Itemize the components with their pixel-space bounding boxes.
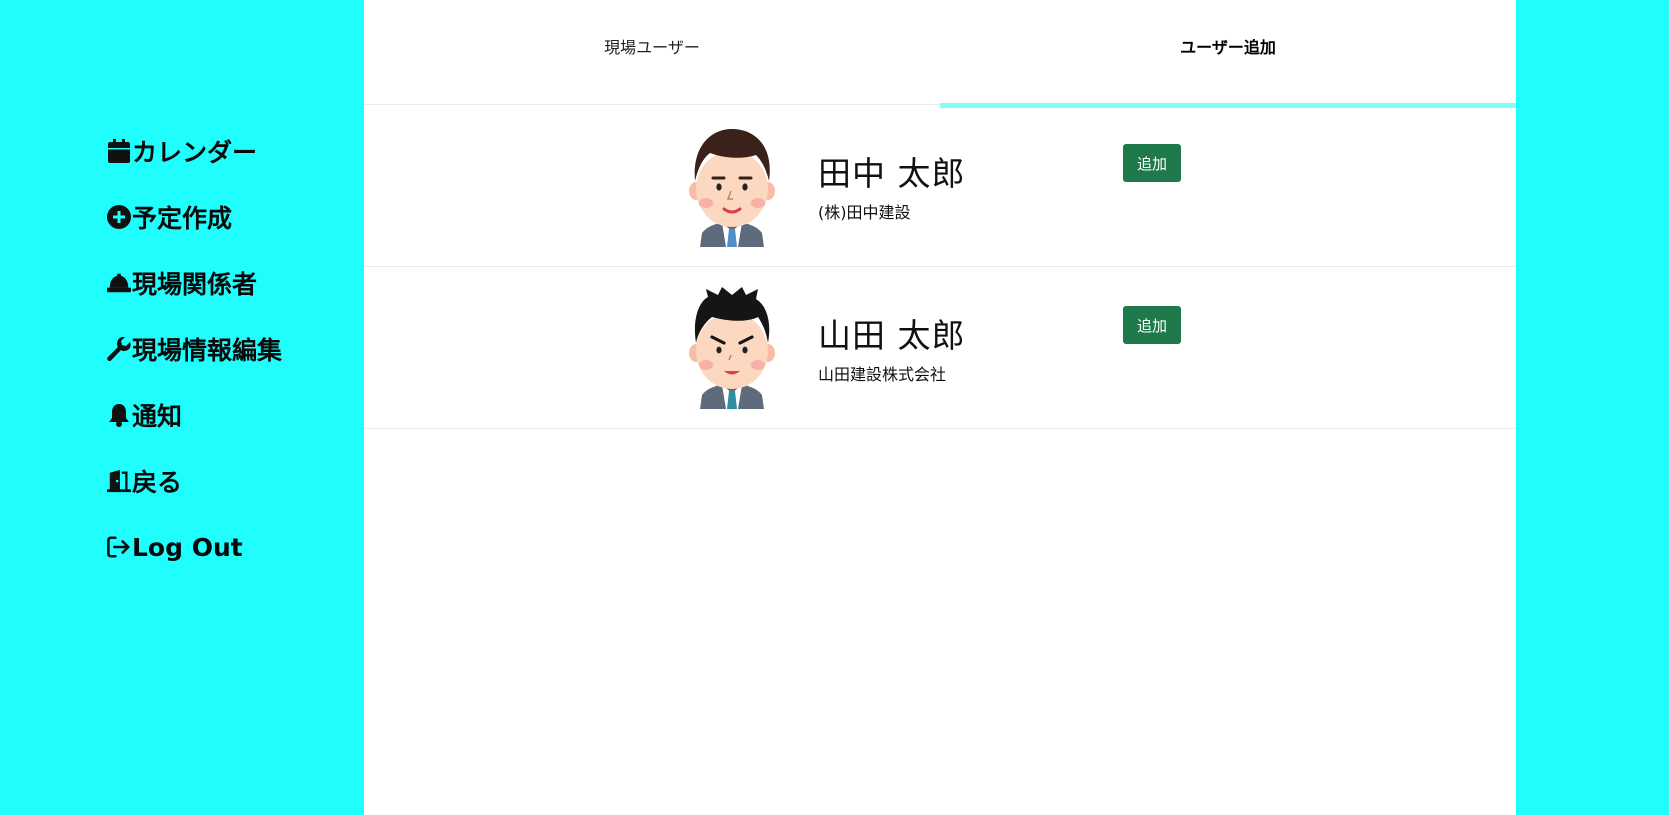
sidebar-item-edit-site-info[interactable]: 現場情報編集: [107, 316, 282, 382]
hard-hat-icon: [107, 270, 131, 296]
sidebar-item-calendar[interactable]: カレンダー: [107, 118, 282, 184]
wrench-icon: [107, 336, 131, 362]
sidebar-item-notifications[interactable]: 通知: [107, 382, 282, 448]
main-content: 現場ユーザー ユーザー追加 田中 太郎 (株)田中建設 追加 山田 太郎 山田建…: [364, 0, 1516, 815]
sidebar-item-label: 現場関係者: [132, 270, 258, 299]
sidebar-item-label: 現場情報編集: [132, 336, 283, 365]
sidebar-item-label: 予定作成: [132, 204, 233, 233]
logout-icon: [107, 534, 131, 560]
sidebar-item-back[interactable]: 戻る: [107, 448, 282, 514]
sidebar-item-label: Log Out: [132, 532, 243, 562]
tab-site-users[interactable]: 現場ユーザー: [364, 0, 940, 104]
tab-label: ユーザー追加: [1180, 38, 1276, 57]
user-name: 山田 太郎: [818, 316, 966, 355]
list-item: 田中 太郎 (株)田中建設 追加: [364, 105, 1516, 267]
avatar: [686, 125, 778, 247]
user-company: 山田建設株式会社: [818, 365, 947, 384]
right-margin: [1516, 0, 1669, 815]
door-open-icon: [107, 468, 131, 494]
sidebar-item-label: カレンダー: [132, 138, 258, 167]
calendar-icon: [107, 138, 131, 164]
sidebar-nav: カレンダー 予定作成 現場関係者 現場情報編集 通知 戻る Log Out: [107, 118, 282, 580]
sidebar-item-logout[interactable]: Log Out: [107, 514, 282, 580]
sidebar-item-site-members[interactable]: 現場関係者: [107, 250, 282, 316]
user-company: (株)田中建設: [818, 203, 911, 222]
tab-label: 現場ユーザー: [604, 38, 700, 57]
sidebar: カレンダー 予定作成 現場関係者 現場情報編集 通知 戻る Log Out: [0, 0, 364, 815]
sidebar-item-label: 戻る: [132, 468, 183, 497]
user-name: 田中 太郎: [818, 154, 966, 193]
tab-add-user[interactable]: ユーザー追加: [940, 0, 1516, 104]
list-item: 山田 太郎 山田建設株式会社 追加: [364, 267, 1516, 429]
user-list: 田中 太郎 (株)田中建設 追加 山田 太郎 山田建設株式会社 追加: [364, 105, 1516, 429]
avatar: [686, 287, 778, 409]
sidebar-item-label: 通知: [132, 402, 183, 431]
tab-bar: 現場ユーザー ユーザー追加: [364, 0, 1516, 108]
add-user-button[interactable]: 追加: [1123, 306, 1181, 344]
bell-icon: [107, 402, 131, 428]
sidebar-item-create-schedule[interactable]: 予定作成: [107, 184, 282, 250]
add-user-button[interactable]: 追加: [1123, 144, 1181, 182]
plus-circle-icon: [107, 204, 131, 230]
